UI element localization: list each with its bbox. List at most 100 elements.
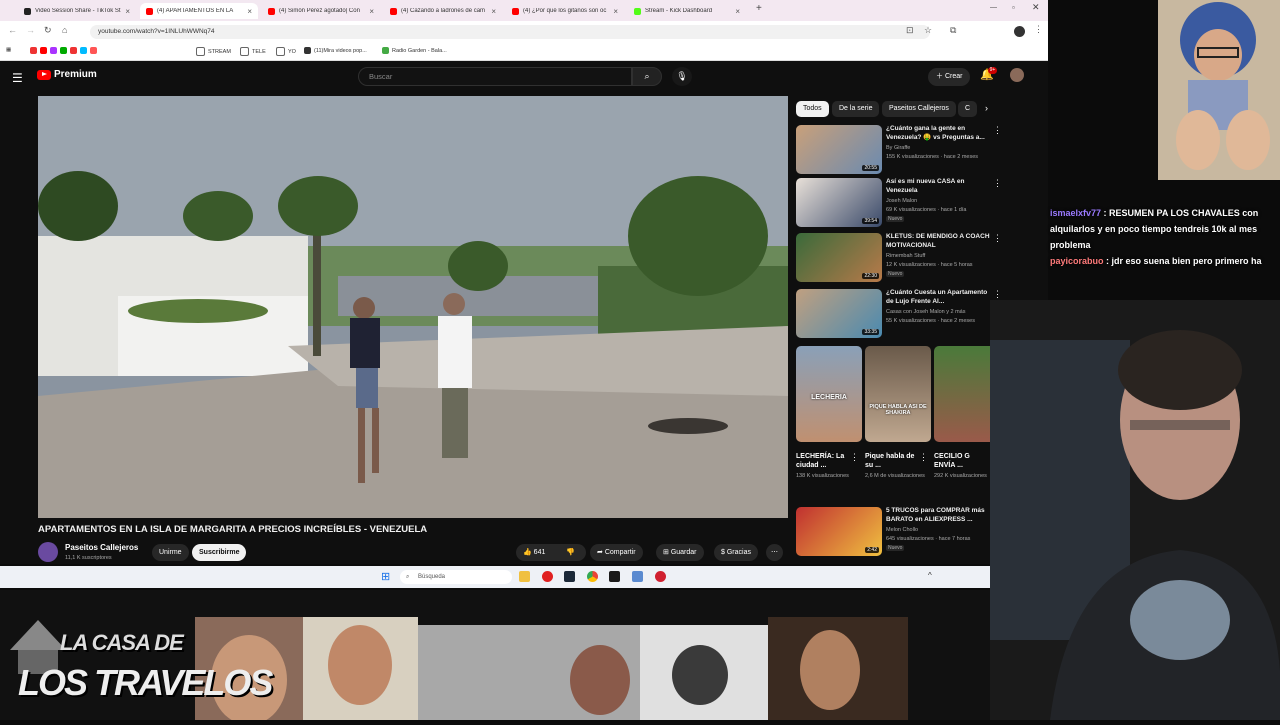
tab-label: Video Session Share - TikTok St — [35, 8, 121, 14]
subscribe-button[interactable]: Suscribirme — [192, 544, 247, 561]
browser-tab[interactable]: Video Session Share - TikTok St × — [18, 3, 136, 19]
bookmark-mira-videos[interactable]: (11)Mira videos pop... — [304, 47, 367, 54]
recommendation-item[interactable]: 22:30 KLETUS: DE MENDIGO A COACH MOTIVAC… — [796, 233, 1006, 285]
youtube-page: ☰ Premium Buscar ⌕ 🎙 ＋ Crear 🔔 9+ APARTA… — [0, 61, 1048, 564]
new-badge: Nuevo — [886, 216, 905, 222]
bookmark-label: Radio Garden - Bala... — [392, 47, 447, 54]
more-options-icon[interactable]: ⋮ — [993, 233, 1002, 244]
thanks-button[interactable]: $ Gracias — [714, 544, 758, 561]
maximize-icon[interactable]: ▫ — [1012, 3, 1015, 12]
tray-chevron-icon[interactable]: ^ — [928, 571, 932, 580]
channel-name[interactable]: Paseitos Callejeros — [65, 543, 138, 552]
like-icon[interactable]: 👍 — [523, 549, 534, 556]
windows-taskbar: ⊞ ⌕ Búsqueda ^ — [0, 566, 1000, 588]
url-field[interactable]: youtube.com/watch?v=1INLUhWWNq74 — [90, 25, 930, 39]
bookmark-icons[interactable] — [30, 47, 97, 54]
profile-icon[interactable] — [1014, 26, 1025, 37]
browser-tab[interactable]: (4) Simón Pérez agotado| Con × — [262, 3, 380, 19]
close-tab-icon[interactable]: × — [247, 7, 252, 16]
close-tab-icon[interactable]: × — [125, 7, 130, 16]
chip-de-la-serie[interactable]: De la serie — [832, 101, 880, 117]
chip-more[interactable]: C — [958, 101, 978, 117]
close-tab-icon[interactable]: × — [491, 7, 496, 16]
browser-tab[interactable]: (4) Cazando a ladrones de cam × — [384, 3, 502, 19]
file-explorer-icon[interactable] — [519, 571, 530, 582]
browser-tab[interactable]: (4) APARTAMENTOS EN LA × — [140, 3, 258, 19]
bookmark-star-icon[interactable]: ☆ — [924, 25, 932, 36]
more-options-icon[interactable]: ⋮ — [993, 125, 1002, 136]
recommendation-item[interactable]: 20:55 ¿Cuánto gana la gente en Venezuela… — [796, 125, 1006, 177]
video-player[interactable] — [38, 96, 788, 518]
back-icon[interactable]: ← — [8, 25, 17, 35]
channel-subscribers: 11,1 K suscriptores — [65, 555, 112, 561]
short-title[interactable]: CECILIO G ENVÍA ... — [934, 452, 992, 470]
youtube-logo[interactable]: Premium — [37, 69, 97, 80]
share-button[interactable]: ➦ Compartir — [590, 544, 643, 561]
new-tab-button[interactable]: + — [756, 3, 762, 14]
search-input[interactable]: Buscar — [358, 67, 632, 86]
dislike-icon[interactable]: 👎 — [566, 544, 575, 561]
more-actions-icon[interactable]: ⋯ — [766, 544, 783, 561]
settings-gear-icon[interactable] — [632, 571, 643, 582]
minimize-icon[interactable]: — — [990, 4, 997, 11]
apps-icon[interactable]: ▦ — [6, 47, 11, 53]
app-icon-dark-red[interactable] — [655, 571, 666, 582]
browser-tab[interactable]: (4) ¿Por qué los gitanos son oc × — [506, 3, 624, 19]
close-tab-icon[interactable]: × — [613, 7, 618, 16]
windows-start-icon[interactable]: ⊞ — [381, 570, 390, 583]
install-icon[interactable]: ⊡ — [906, 25, 914, 36]
close-window-icon[interactable]: ✕ — [1032, 2, 1040, 13]
short-thumbnail[interactable]: PIQUE HABLA ASI DE SHAKIRA — [865, 346, 931, 442]
join-button[interactable]: Unirme — [152, 544, 189, 561]
save-button[interactable]: ⊞ Guardar — [656, 544, 704, 561]
bookmark-stream[interactable]: STREAM — [196, 47, 231, 56]
steam-icon[interactable] — [564, 571, 575, 582]
create-button[interactable]: ＋ Crear — [928, 68, 971, 86]
home-icon[interactable]: ⌂ — [62, 25, 67, 35]
taskbar-search-input[interactable]: ⌕ Búsqueda — [400, 570, 512, 584]
chat-text: jdr eso suena bien pero primero ha — [1111, 256, 1262, 266]
browser-menu-icon[interactable]: ⋮ — [1034, 24, 1043, 35]
recommendation-meta: 55 K visualizaciones · hace 2 meses — [886, 318, 975, 324]
chip-paseitos[interactable]: Paseitos Callejeros — [882, 101, 956, 117]
recommendation-item[interactable]: 33:35 ¿Cuánto Cuesta un Apartamento de L… — [796, 289, 1006, 341]
close-tab-icon[interactable]: × — [735, 7, 740, 16]
bookmark-yo[interactable]: YO — [276, 47, 296, 56]
search-icon: ⌕ — [406, 574, 410, 580]
short-title[interactable]: Pique habla de su ... — [865, 452, 923, 470]
video-thumbnail: 2:42 — [796, 507, 882, 556]
chrome-icon[interactable] — [587, 571, 598, 582]
browser-tab-bar: Video Session Share - TikTok St × (4) APAR… — [0, 0, 1048, 21]
obs-icon[interactable] — [609, 571, 620, 582]
microphone-icon[interactable]: 🎙 — [672, 67, 692, 86]
short-thumbnail[interactable]: LECHERIA — [796, 346, 862, 442]
app-icon-red[interactable] — [542, 571, 553, 582]
search-icon[interactable]: ⌕ — [632, 67, 662, 86]
tab-favicon-icon — [146, 7, 153, 15]
channel-avatar[interactable] — [38, 542, 58, 562]
browser-tab[interactable]: Stream - Kick Dashboard × — [628, 3, 746, 19]
bookmark-tele[interactable]: TELE — [240, 47, 266, 56]
more-options-icon[interactable]: ⋮ — [919, 452, 928, 463]
forward-icon[interactable]: → — [26, 25, 35, 35]
new-badge: Nuevo — [886, 545, 905, 551]
recommendation-item[interactable]: 2:42 5 TRUCOS para COMPRAR más BARATO en… — [796, 507, 1006, 559]
reload-icon[interactable]: ↻ — [44, 25, 52, 36]
tab-label: Stream - Kick Dashboard — [645, 8, 713, 14]
extension-icon[interactable]: ⧉ — [950, 25, 956, 36]
more-options-icon[interactable]: ⋮ — [850, 452, 859, 463]
short-views: 138 K visualizaciones — [796, 473, 849, 479]
duration-badge: 22:30 — [862, 273, 879, 279]
tab-favicon-icon — [634, 7, 641, 15]
more-options-icon[interactable]: ⋮ — [993, 289, 1002, 300]
user-avatar[interactable] — [1010, 68, 1024, 82]
chevron-right-icon[interactable]: › — [985, 103, 988, 113]
more-options-icon[interactable]: ⋮ — [993, 178, 1002, 189]
recommendation-item[interactable]: 39:54 Así es mi nueva CASA en Venezuela … — [796, 178, 1006, 230]
bookmark-radio-garden[interactable]: Radio Garden - Bala... — [382, 47, 447, 54]
hamburger-menu-icon[interactable]: ☰ — [12, 71, 23, 85]
short-title[interactable]: LECHERÍA: La ciudad ... — [796, 452, 854, 470]
close-tab-icon[interactable]: × — [369, 7, 374, 16]
taskbar-search-text: Búsqueda — [418, 574, 446, 580]
chip-todos[interactable]: Todos — [796, 101, 829, 117]
